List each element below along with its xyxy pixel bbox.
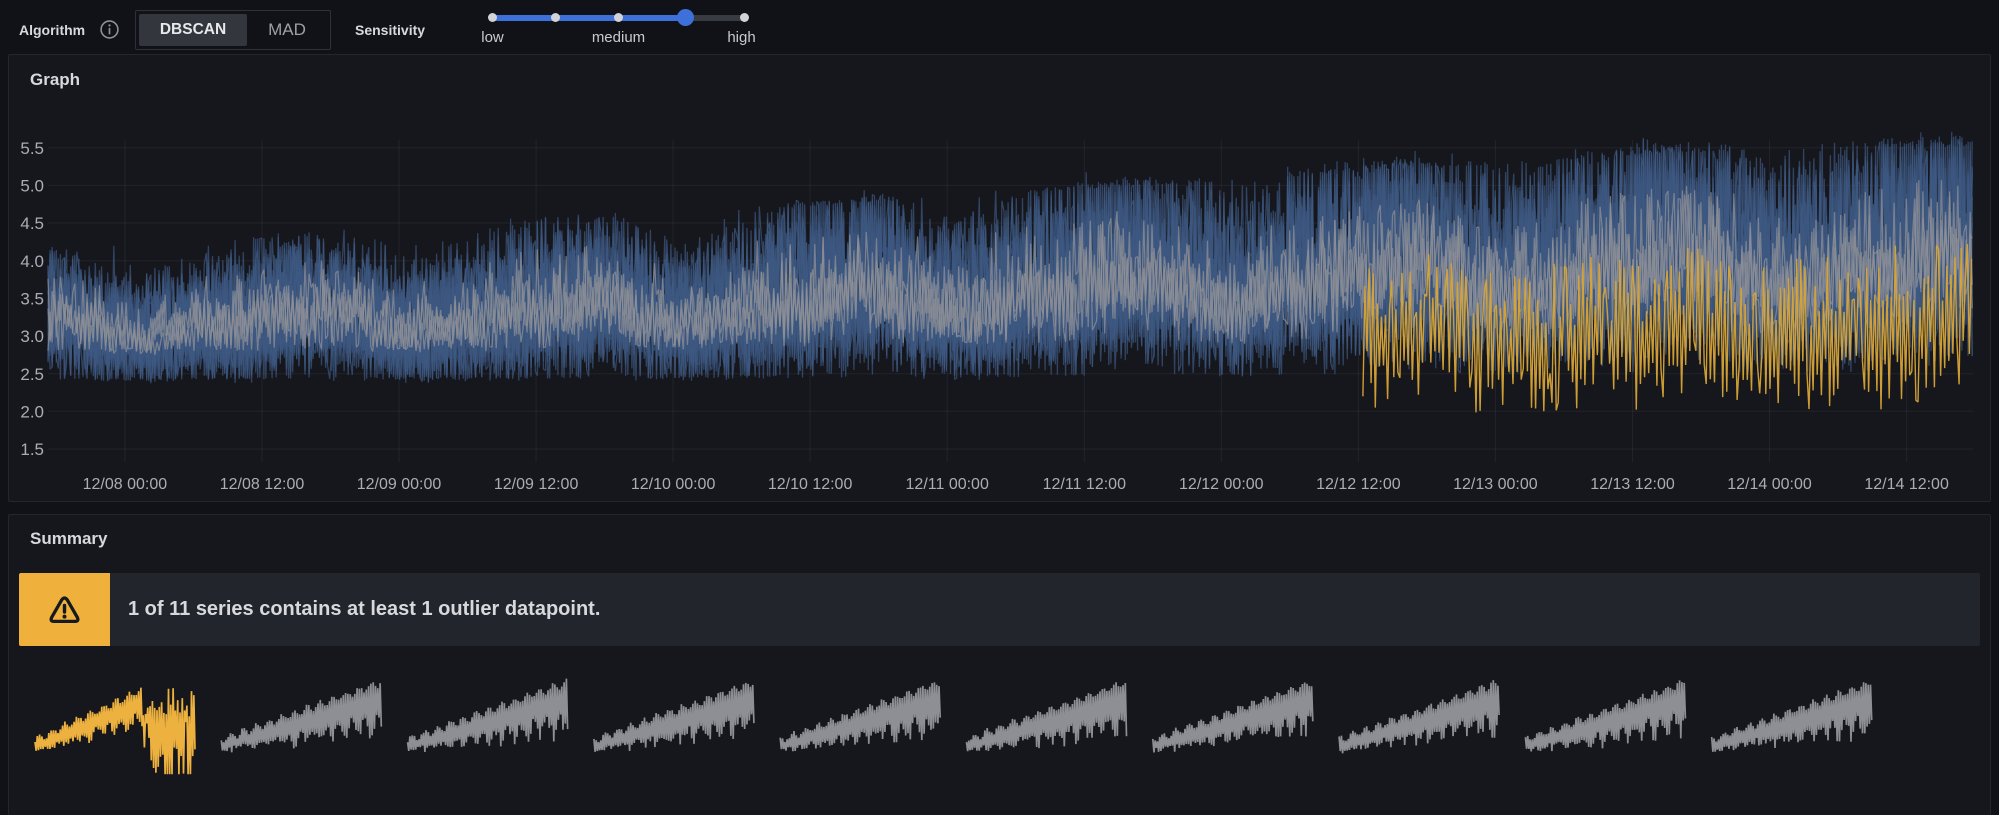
svg-text:12/10 12:00: 12/10 12:00 xyxy=(768,476,853,493)
svg-text:2.5: 2.5 xyxy=(20,365,44,384)
svg-text:5.5: 5.5 xyxy=(20,139,44,158)
svg-text:12/13 00:00: 12/13 00:00 xyxy=(1453,476,1538,493)
svg-text:12/11 00:00: 12/11 00:00 xyxy=(906,476,989,493)
svg-text:5.0: 5.0 xyxy=(20,177,44,196)
svg-text:12/08 00:00: 12/08 00:00 xyxy=(83,476,168,493)
svg-text:12/09 00:00: 12/09 00:00 xyxy=(357,476,442,493)
svg-text:3.0: 3.0 xyxy=(20,327,44,346)
svg-text:12/14 00:00: 12/14 00:00 xyxy=(1727,476,1812,493)
svg-text:12/08 12:00: 12/08 12:00 xyxy=(220,476,305,493)
svg-text:2.0: 2.0 xyxy=(20,403,44,422)
svg-text:4.5: 4.5 xyxy=(20,214,44,233)
svg-text:12/11 12:00: 12/11 12:00 xyxy=(1043,476,1126,493)
svg-text:12/12 00:00: 12/12 00:00 xyxy=(1179,476,1264,493)
svg-text:12/10 00:00: 12/10 00:00 xyxy=(631,476,716,493)
svg-text:12/14 12:00: 12/14 12:00 xyxy=(1864,476,1949,493)
svg-text:4.0: 4.0 xyxy=(20,252,44,271)
svg-text:1.5: 1.5 xyxy=(20,440,44,459)
svg-text:12/09 12:00: 12/09 12:00 xyxy=(494,476,579,493)
svg-text:12/12 12:00: 12/12 12:00 xyxy=(1316,476,1401,493)
svg-text:12/13 12:00: 12/13 12:00 xyxy=(1590,476,1675,493)
svg-text:3.5: 3.5 xyxy=(20,290,44,309)
